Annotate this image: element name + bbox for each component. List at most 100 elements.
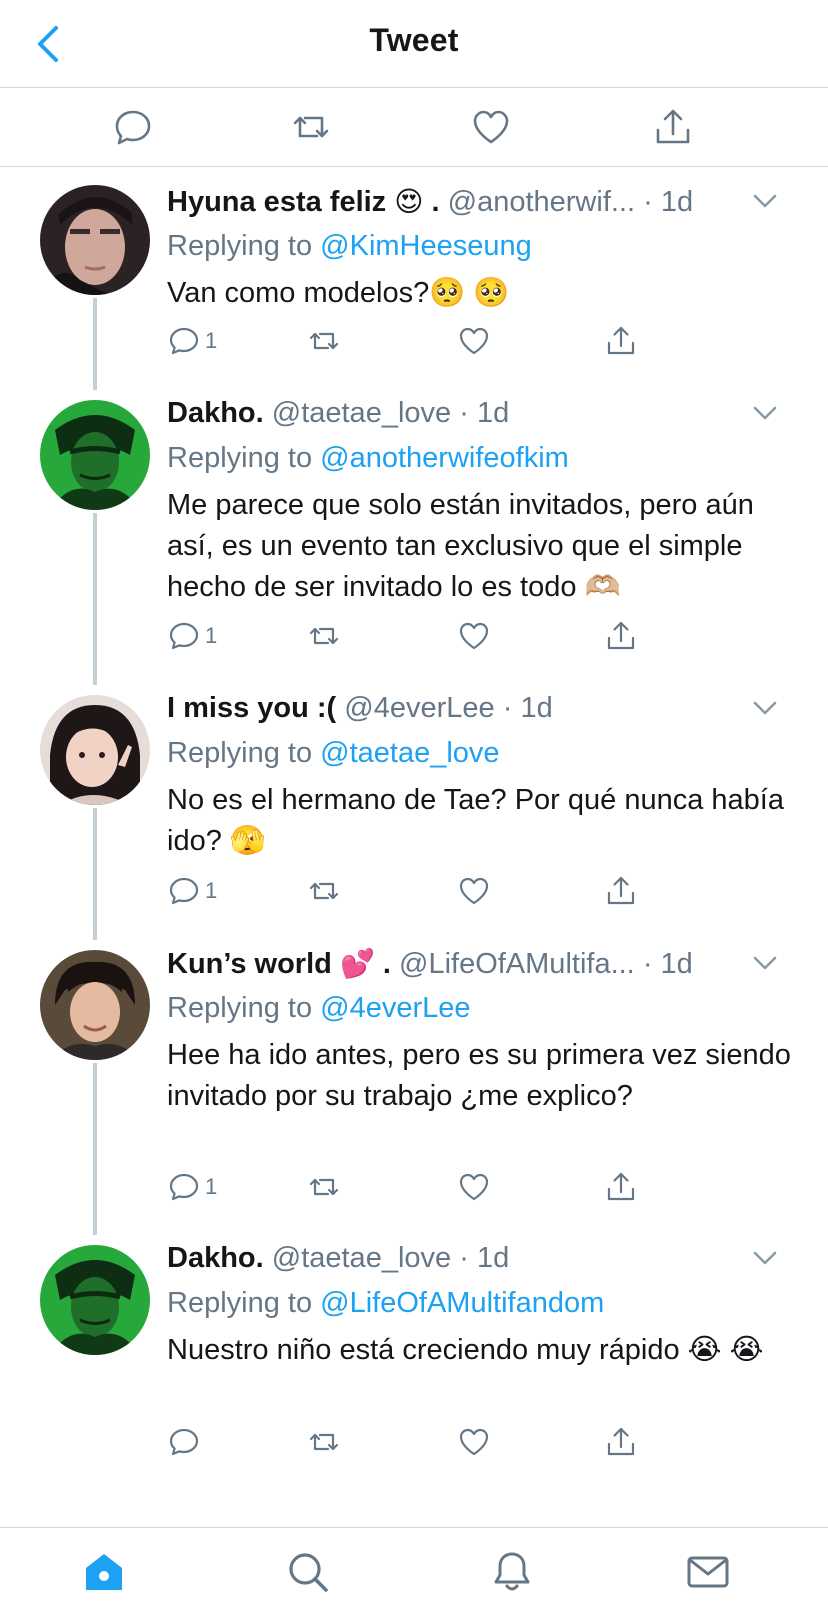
like-button[interactable] [457, 873, 491, 909]
mention-link[interactable]: @anotherwifeofkim [320, 442, 569, 474]
chevron-down-icon[interactable] [752, 405, 778, 421]
retweet-button[interactable] [307, 1424, 341, 1460]
like-icon[interactable] [470, 106, 512, 148]
avatar[interactable] [40, 950, 150, 1060]
retweet-button[interactable] [307, 1169, 341, 1205]
timestamp: 1d [660, 948, 693, 980]
separator-dot: · [459, 397, 469, 429]
separator-dot: · [642, 948, 653, 980]
chevron-down-icon[interactable] [752, 1250, 778, 1266]
avatar[interactable] [40, 1245, 150, 1355]
bottom-tab-bar [0, 1527, 828, 1624]
reply-actions: 1 [167, 1169, 687, 1209]
reply-icon [169, 877, 199, 905]
reply-button[interactable]: 1 [167, 873, 217, 909]
like-icon [459, 622, 489, 650]
share-icon[interactable] [652, 106, 694, 148]
thread-line [93, 1063, 97, 1235]
mention-link[interactable]: @4everLee [320, 992, 470, 1024]
share-button[interactable] [604, 323, 638, 359]
mention-link[interactable]: @taetae_love [320, 737, 499, 769]
home-icon[interactable] [80, 1548, 128, 1596]
separator-dot: · [459, 1242, 469, 1274]
separator-dot: · [502, 692, 513, 724]
reply-icon[interactable] [112, 106, 154, 148]
tweet-action-bar [0, 88, 828, 167]
like-icon [459, 1428, 489, 1456]
retweet-button[interactable] [307, 323, 341, 359]
thread-line [93, 513, 97, 685]
retweet-icon[interactable] [290, 106, 332, 148]
user-handle: @taetae_love [271, 397, 452, 429]
replying-label: Replying to [167, 230, 313, 262]
timestamp: 1d [476, 397, 510, 429]
thread-line [93, 298, 97, 390]
reply-count: 1 [205, 623, 218, 648]
replying-label: Replying to [167, 1287, 313, 1319]
share-icon [607, 1172, 635, 1201]
replying-label: Replying to [167, 992, 313, 1024]
reply-icon [169, 622, 199, 650]
top-nav-bar: Tweet [0, 0, 828, 88]
avatar[interactable] [40, 185, 150, 295]
user-handle: @LifeOfAMultifa... [399, 948, 635, 980]
search-icon[interactable] [284, 1548, 332, 1596]
notifications-icon[interactable] [488, 1548, 536, 1596]
retweet-icon [309, 882, 339, 900]
replying-to-line: Replying to @taetae_love [167, 732, 808, 774]
avatar[interactable] [40, 695, 150, 805]
like-button[interactable] [457, 323, 491, 359]
like-button[interactable] [457, 1169, 491, 1205]
user-handle: @taetae_love [271, 1242, 452, 1274]
display-name: I miss you :( [167, 692, 337, 724]
reply-icon [169, 1173, 199, 1201]
mention-link[interactable]: @LifeOfAMultifandom [320, 1287, 604, 1319]
chevron-down-icon[interactable] [752, 955, 778, 971]
avatar[interactable] [40, 400, 150, 510]
display-name: Hyuna esta feliz [167, 186, 387, 218]
thread-line [93, 808, 97, 940]
reply-button[interactable]: 1 [167, 618, 217, 654]
name-emoji: 😍 [394, 186, 424, 217]
reply-icon [169, 327, 199, 355]
replying-label: Replying to [167, 737, 313, 769]
like-button[interactable] [457, 618, 491, 654]
share-button[interactable] [604, 1424, 638, 1460]
share-button[interactable] [604, 1169, 638, 1205]
chevron-down-icon[interactable] [752, 193, 778, 209]
display-name: Dakho. [167, 1242, 264, 1274]
reply-button[interactable]: 1 [167, 1169, 217, 1205]
page-title: Tweet [369, 22, 459, 58]
timestamp: 1d [660, 186, 694, 218]
reply-button[interactable]: 1 [167, 323, 217, 359]
replying-to-line: Replying to @4everLee [167, 987, 808, 1029]
reply-count: 1 [205, 328, 218, 353]
retweet-icon [309, 1433, 339, 1451]
like-icon [459, 1173, 489, 1201]
tweet-text: Hee ha ido antes, pero es su primera vez… [167, 1039, 791, 1112]
retweet-icon [309, 1178, 339, 1196]
retweet-button[interactable] [307, 873, 341, 909]
replying-to-line: Replying to @LifeOfAMultifandom [167, 1282, 808, 1324]
name-suffix: . [423, 186, 440, 218]
messages-icon[interactable] [684, 1548, 732, 1596]
timestamp: 1d [520, 692, 553, 724]
mention-link[interactable]: @KimHeeseung [320, 230, 532, 262]
chevron-down-icon[interactable] [752, 700, 778, 716]
reply-count: 1 [205, 878, 218, 903]
like-button[interactable] [457, 1424, 491, 1460]
reply-actions: 1 [167, 873, 687, 913]
retweet-icon [309, 627, 339, 645]
tweet-text: No es el hermano de Tae? Por qué nunca h… [167, 784, 784, 857]
share-icon [607, 621, 635, 650]
timestamp: 1d [476, 1242, 510, 1274]
reply-button[interactable] [167, 1424, 205, 1460]
share-icon [607, 876, 635, 905]
separator-dot: · [643, 186, 653, 218]
reply-count: 1 [205, 1174, 218, 1199]
replying-label: Replying to [167, 442, 313, 474]
retweet-button[interactable] [307, 618, 341, 654]
share-button[interactable] [604, 618, 638, 654]
tweet-text: Me parece que solo están invitados, pero… [167, 489, 754, 603]
share-button[interactable] [604, 873, 638, 909]
